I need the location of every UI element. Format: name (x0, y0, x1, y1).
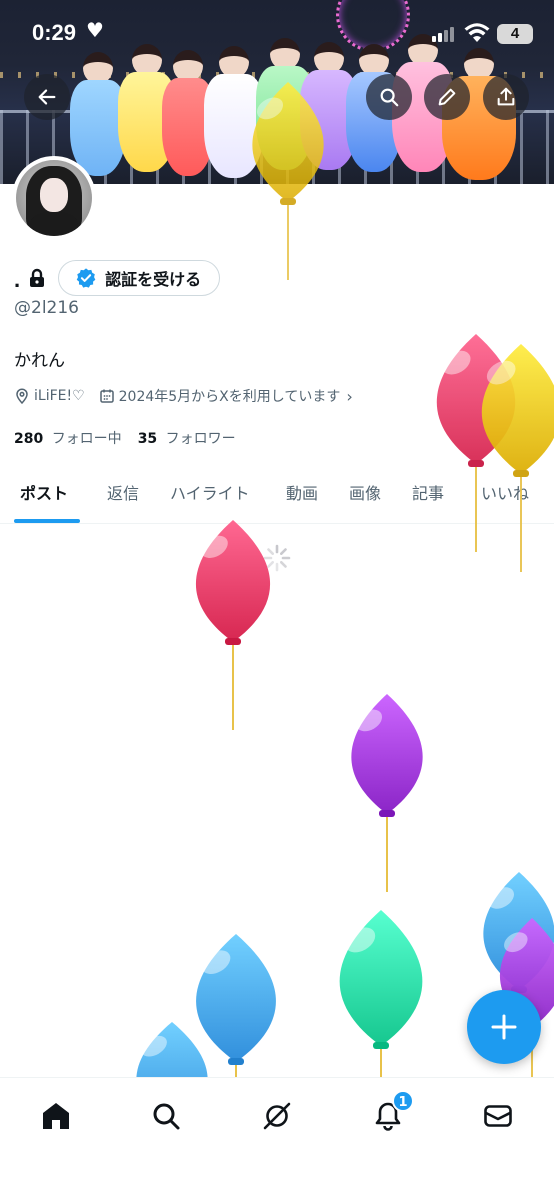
verified-badge-icon (76, 268, 96, 288)
display-name: . (14, 267, 21, 292)
balloon (323, 910, 439, 1100)
share-icon (497, 87, 515, 106)
joined-item[interactable]: 2024年5月からXを利用しています › (99, 386, 353, 406)
followers-label: フォロワー (165, 431, 236, 447)
location-text: iLiFE!♡ (34, 388, 85, 404)
balloon (181, 520, 285, 736)
tab-photos[interactable]: 画像 (349, 480, 381, 504)
notification-badge: 1 (392, 1090, 414, 1112)
balloon (466, 344, 554, 578)
compose-post-button[interactable] (467, 990, 541, 1064)
tab-posts[interactable]: ポスト (20, 480, 68, 504)
bottom-navigation: 1 (0, 1077, 554, 1200)
wifi-icon (464, 23, 490, 42)
get-verified-label: 認証を受ける (105, 270, 202, 289)
nav-home[interactable] (36, 1096, 76, 1136)
following-link[interactable]: 280 フォロー中 (14, 428, 122, 448)
profile-meta: iLiFE!♡ 2024年5月からXを利用しています › (14, 384, 367, 408)
cellular-signal-icon (432, 26, 456, 42)
profile-handle: @2l216 (14, 298, 79, 318)
active-tab-indicator (14, 519, 80, 523)
share-button[interactable] (483, 74, 529, 120)
plus-icon (491, 1014, 517, 1040)
tab-replies[interactable]: 返信 (107, 480, 139, 504)
nav-notifications[interactable]: 1 (368, 1090, 414, 1136)
followers-link[interactable]: 35 フォロワー (138, 428, 236, 448)
edit-pencil-icon (438, 88, 456, 106)
following-label: フォロー中 (51, 431, 122, 447)
profile-name-row: . 認証を受ける (14, 260, 221, 296)
location-pin-icon (16, 388, 28, 404)
balloon (337, 694, 437, 898)
heart-icon: ♥ (86, 18, 104, 42)
follow-stats: 280 フォロー中 35 フォロワー (14, 428, 252, 448)
nav-grok[interactable] (257, 1096, 297, 1136)
calendar-icon (99, 389, 114, 403)
status-time: 0:29 (32, 20, 77, 45)
lock-icon (30, 268, 45, 287)
location-item: iLiFE!♡ (14, 388, 85, 404)
edit-profile-button[interactable] (424, 74, 470, 120)
grok-icon (263, 1102, 291, 1130)
status-bar: 0:29 ♥ 4 (0, 14, 554, 54)
avatar-image (16, 160, 92, 236)
joined-text: 2024年5月からXを利用しています (118, 389, 341, 405)
followers-count: 35 (137, 431, 158, 447)
search-icon (153, 1103, 180, 1130)
following-count: 280 (14, 431, 44, 447)
nav-search[interactable] (146, 1096, 186, 1136)
profile-bio: かれん (14, 351, 65, 371)
get-verified-button[interactable]: 認証を受ける (58, 260, 221, 296)
balloon (238, 82, 338, 286)
back-button[interactable] (24, 74, 70, 120)
back-arrow-icon (38, 89, 56, 105)
mail-icon (484, 1105, 512, 1127)
tab-videos[interactable]: 動画 (286, 480, 318, 504)
chevron-right-icon: › (346, 386, 353, 406)
search-icon (380, 88, 399, 107)
tab-highlights[interactable]: ハイライト (170, 480, 250, 504)
search-button[interactable] (366, 74, 412, 120)
home-icon (43, 1103, 69, 1129)
battery-indicator: 4 (497, 24, 533, 44)
profile-avatar[interactable] (12, 156, 96, 240)
nav-messages[interactable] (478, 1096, 518, 1136)
